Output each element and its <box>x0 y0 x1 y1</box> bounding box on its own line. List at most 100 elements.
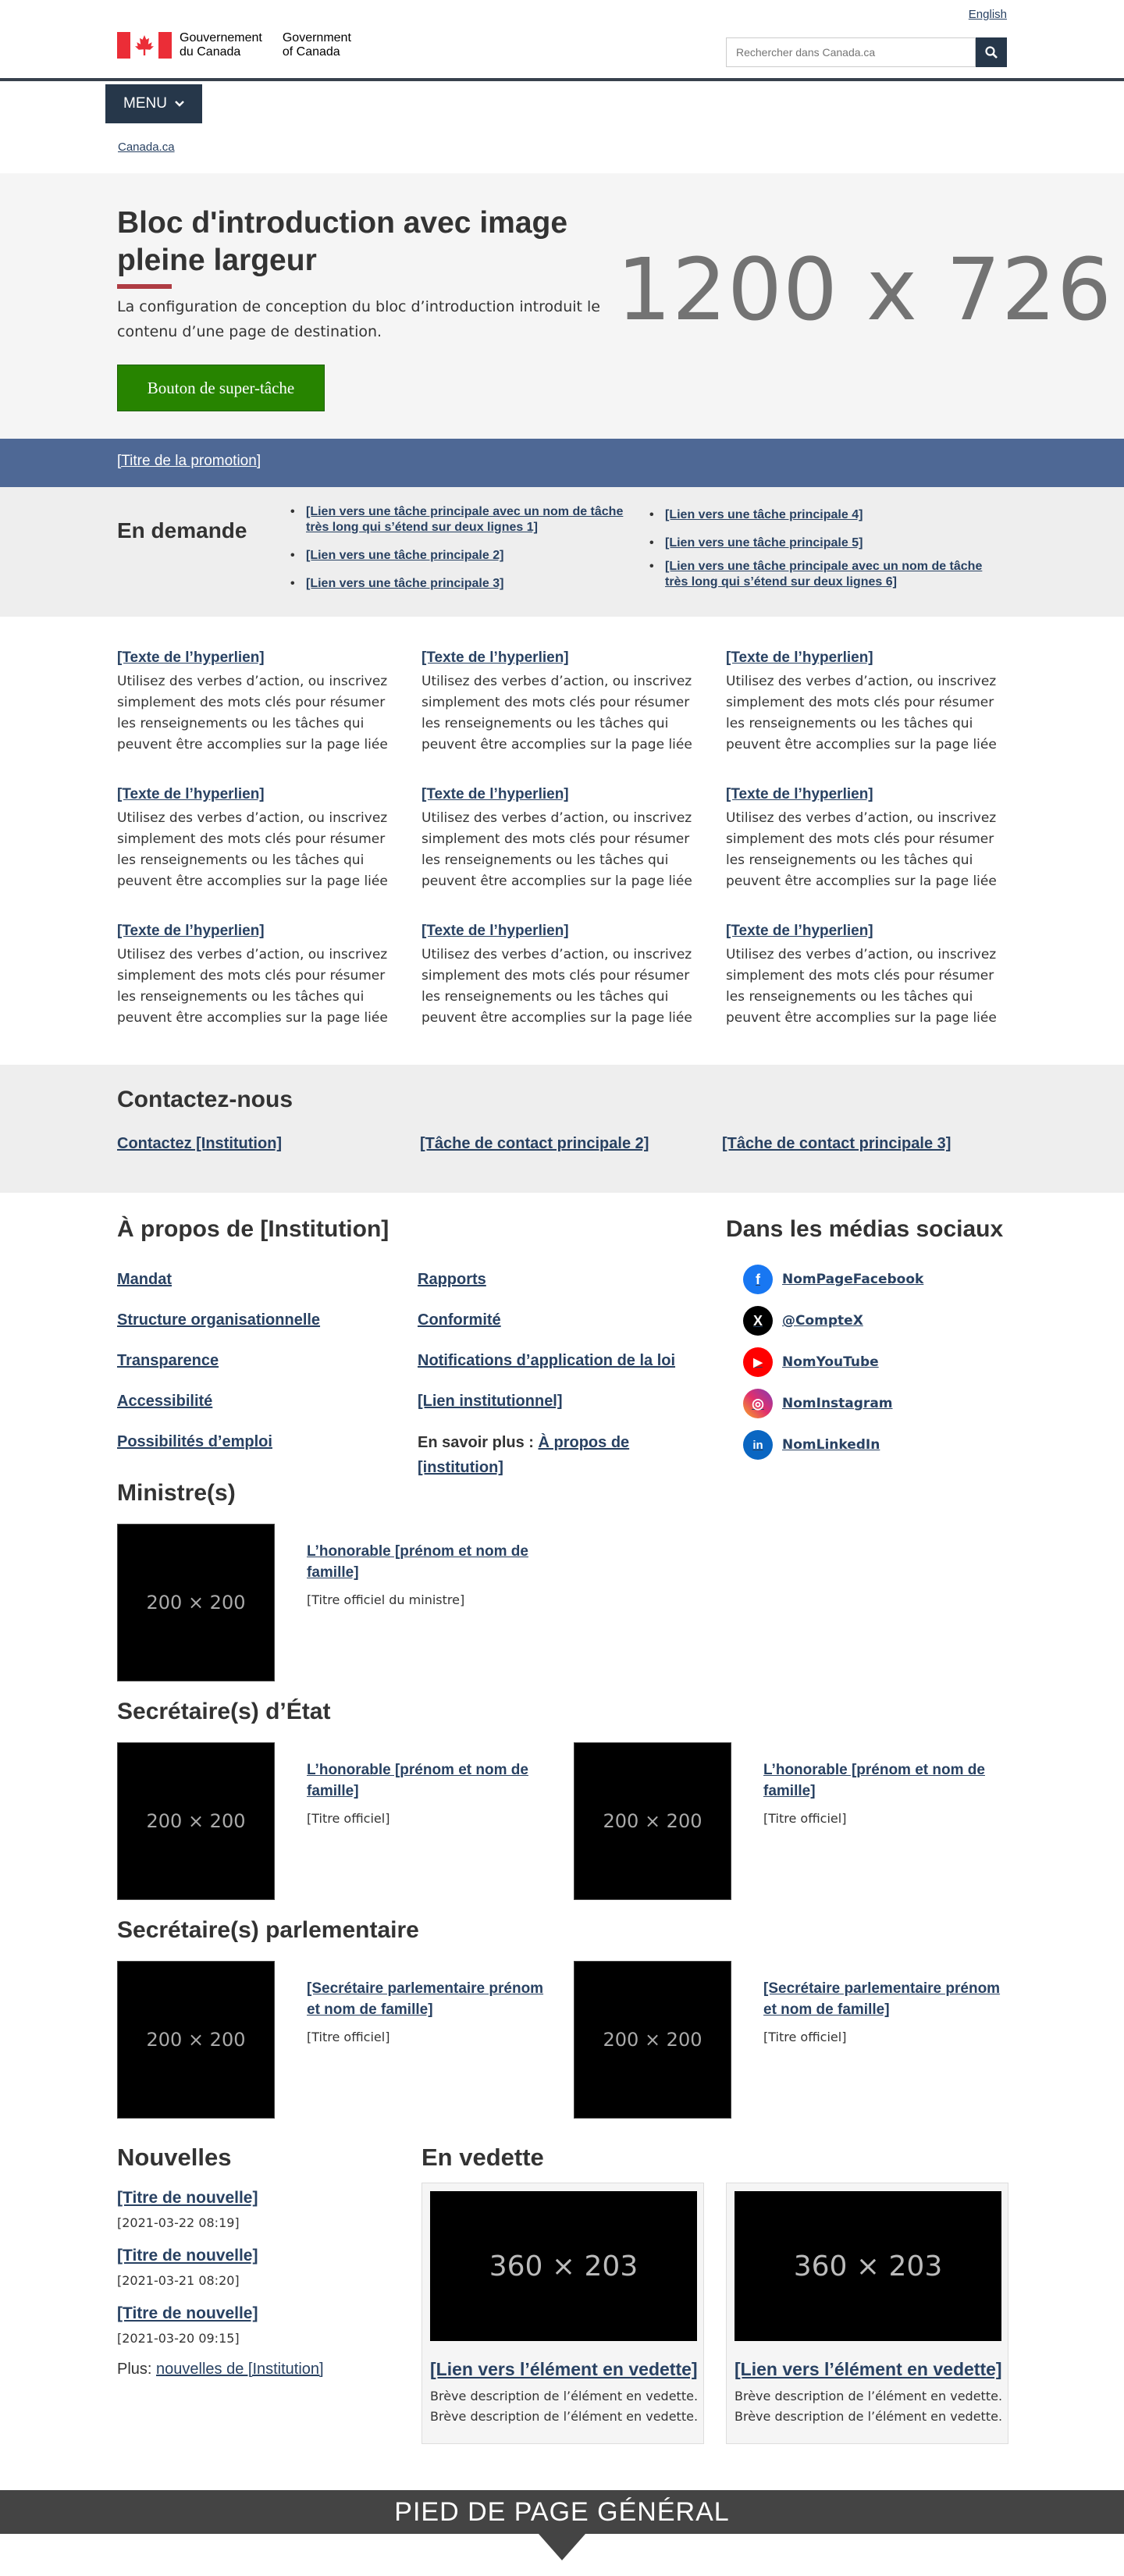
minister-photo: 200 × 200 <box>117 1524 275 1681</box>
task-link-2[interactable]: [Lien vers une tâche principale 2] <box>306 549 503 562</box>
featured-description: Brève description de l’élément en vedett… <box>430 2389 699 2424</box>
news-item-link[interactable]: [Titre de nouvelle] <box>117 2247 258 2265</box>
ministers-title: Ministre(s) <box>117 1480 236 1506</box>
secretary-role: [Titre officiel] <box>307 1811 390 1826</box>
grid-item-description: Utilisez des verbes d’action, ou inscriv… <box>726 810 997 889</box>
about-link-reports[interactable]: Rapports <box>418 1268 486 1291</box>
parliamentary-name-link[interactable]: [Secrétaire parlementaire prénom et nom … <box>763 1978 1005 2020</box>
in-demand-list-1: [Lien vers une tâche principale avec un … <box>289 504 648 604</box>
language-toggle-link[interactable]: English <box>969 8 1007 21</box>
parliamentary-name-link[interactable]: [Secrétaire parlementaire prénom et nom … <box>307 1978 549 2020</box>
grid-item: [Texte de l’hyperlien] Utilisez des verbe… <box>422 786 696 892</box>
search-input[interactable] <box>726 37 976 67</box>
about-link-transparency[interactable]: Transparence <box>117 1349 219 1372</box>
menu-button[interactable]: MENU <box>105 84 202 123</box>
featured-title: En vedette <box>422 2144 544 2171</box>
minister-name-link[interactable]: L’honorable [prénom et nom de famille] <box>307 1541 549 1583</box>
contact-section: Contactez-nous Contactez [Institution] [… <box>0 1065 1124 1193</box>
about-link-compliance[interactable]: Conformité <box>418 1308 501 1332</box>
about-link-accessibility[interactable]: Accessibilité <box>117 1389 212 1413</box>
grid-item-link[interactable]: [Texte de l’hyperlien] <box>726 649 1001 667</box>
news-more-prefix: Plus: <box>117 2361 157 2378</box>
grid-item-link[interactable]: [Texte de l’hyperlien] <box>422 923 696 940</box>
grid-item-link[interactable]: [Texte de l’hyperlien] <box>117 786 392 803</box>
ministers-section: Ministre(s) 200 × 200 L’honorable [préno… <box>0 1480 1124 1700</box>
grid-item: [Texte de l’hyperlien] Utilisez des verbe… <box>726 649 1001 756</box>
news-item-date: [2021-03-20 09:15] <box>117 2331 240 2346</box>
secretary-photo: 200 × 200 <box>574 1742 731 1900</box>
secretary-name-link[interactable]: L’honorable [prénom et nom de famille] <box>307 1759 549 1802</box>
task-link-1[interactable]: [Lien vers une tâche principale avec un … <box>306 505 623 534</box>
secretaries-state-title: Secrétaire(s) d’État <box>117 1699 331 1724</box>
about-link-structure[interactable]: Structure organisationnelle <box>117 1308 320 1332</box>
grid-item-link[interactable]: [Texte de l’hyperlien] <box>422 786 696 803</box>
grid-item-link[interactable]: [Texte de l’hyperlien] <box>726 923 1001 940</box>
list-item: [Lien vers une tâche principale avec un … <box>289 504 632 535</box>
page-title: Bloc d'introduction avec image pleine la… <box>117 206 568 277</box>
social-linkedin-link[interactable]: in NomLinkedIn <box>743 1430 880 1460</box>
search-form <box>726 37 1007 67</box>
parliamentary-photo: 200 × 200 <box>574 1961 731 2119</box>
featured-description: Brève description de l’élément en vedett… <box>735 2389 1003 2424</box>
about-link-mandate[interactable]: Mandat <box>117 1268 172 1291</box>
featured-card: 360 × 203 [Lien vers l’élément en vedett… <box>726 2183 1008 2444</box>
promotion-link[interactable]: [Titre de la promotion] <box>117 453 261 470</box>
menu-bar: MENU <box>0 81 1124 125</box>
social-instagram-link[interactable]: ◎ NomInstagram <box>743 1389 893 1418</box>
social-label: NomLinkedIn <box>782 1437 880 1453</box>
featured-card: 360 × 203 [Lien vers l’élément en vedett… <box>422 2183 704 2444</box>
social-facebook-link[interactable]: f NomPageFacebook <box>743 1265 923 1294</box>
grid-item-link[interactable]: [Texte de l’hyperlien] <box>422 649 696 667</box>
x-icon: X <box>743 1306 773 1336</box>
breadcrumb-home-link[interactable]: Canada.ca <box>118 141 175 154</box>
about-section: À propos de [Institution] Mandat Structu… <box>0 1193 1124 1482</box>
secretary-role: [Titre officiel] <box>763 1811 847 1826</box>
social-x-link[interactable]: X @CompteX <box>743 1306 863 1336</box>
contact-link-1[interactable]: Contactez [Institution] <box>117 1135 282 1153</box>
grid-item-link[interactable]: [Texte de l’hyperlien] <box>117 923 392 940</box>
news-item-date: [2021-03-22 08:19] <box>117 2215 240 2230</box>
featured-link[interactable]: [Lien vers l’élément en vedette] <box>735 2359 1002 2380</box>
parliamentary-title: Secrétaire(s) parlementaire <box>117 1917 419 1943</box>
contact-link-2[interactable]: [Tâche de contact principale 2] <box>420 1135 649 1153</box>
signature-english: Government of Canada <box>282 31 351 59</box>
secretary-name-link[interactable]: L’honorable [prénom et nom de famille] <box>763 1759 1005 1802</box>
parliamentary-role: [Titre officiel] <box>307 2030 390 2044</box>
list-item: [Lien vers une tâche principale avec un … <box>648 559 991 590</box>
chevron-down-icon <box>175 101 184 107</box>
task-link-4[interactable]: [Lien vers une tâche principale 4] <box>665 508 863 521</box>
grid-item: [Texte de l’hyperlien] Utilisez des verbe… <box>117 923 392 1029</box>
social-label: NomPageFacebook <box>782 1272 924 1287</box>
super-task-button[interactable]: Bouton de super-tâche <box>117 365 325 411</box>
grid-item-description: Utilisez des verbes d’action, ou inscriv… <box>422 810 692 889</box>
about-more: En savoir plus : À propos de [institutio… <box>418 1430 683 1480</box>
contact-link-3[interactable]: [Tâche de contact principale 3] <box>722 1135 951 1153</box>
government-signature[interactable]: Gouvernement du Canada Government of Can… <box>117 31 351 59</box>
about-link-institutional[interactable]: [Lien institutionnel] <box>418 1389 563 1413</box>
about-link-enforcement[interactable]: Notifications d’application de la loi <box>418 1349 675 1372</box>
instagram-icon: ◎ <box>743 1389 773 1418</box>
grid-item: [Texte de l’hyperlien] Utilisez des verbe… <box>422 923 696 1029</box>
task-link-6[interactable]: [Lien vers une tâche principale avec un … <box>665 560 982 589</box>
grid-item-link[interactable]: [Texte de l’hyperlien] <box>117 649 392 667</box>
hyperlink-grid: [Texte de l’hyperlien] Utilisez des verbe… <box>0 617 1124 1065</box>
news-item-link[interactable]: [Titre de nouvelle] <box>117 2189 258 2208</box>
news-item-link[interactable]: [Titre de nouvelle] <box>117 2304 258 2323</box>
task-link-3[interactable]: [Lien vers une tâche principale 3] <box>306 577 503 590</box>
social-youtube-link[interactable]: ▶ NomYouTube <box>743 1347 879 1377</box>
featured-link[interactable]: [Lien vers l’élément en vedette] <box>430 2359 698 2380</box>
grid-item-description: Utilisez des verbes d’action, ou inscriv… <box>117 674 388 753</box>
parliamentary-role: [Titre officiel] <box>763 2030 847 2044</box>
linkedin-icon: in <box>743 1430 773 1460</box>
grid-item-link[interactable]: [Texte de l’hyperlien] <box>726 786 1001 803</box>
featured-image: 360 × 203 <box>735 2191 1001 2341</box>
search-button[interactable] <box>976 37 1007 67</box>
featured-image: 360 × 203 <box>430 2191 697 2341</box>
grid-item-description: Utilisez des verbes d’action, ou inscriv… <box>117 947 388 1026</box>
news-more-link[interactable]: nouvelles de [Institution] <box>156 2361 324 2378</box>
about-link-careers[interactable]: Possibilités d’emploi <box>117 1430 272 1453</box>
grid-item: [Texte de l’hyperlien] Utilisez des verbe… <box>726 786 1001 892</box>
search-icon <box>985 46 998 59</box>
task-link-5[interactable]: [Lien vers une tâche principale 5] <box>665 536 863 550</box>
social-label: NomInstagram <box>782 1396 893 1411</box>
